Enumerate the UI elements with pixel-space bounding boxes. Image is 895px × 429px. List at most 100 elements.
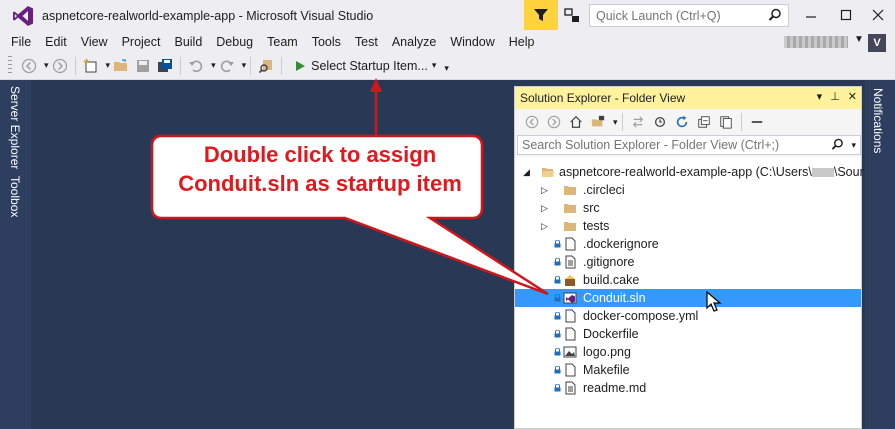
solution-explorer-header[interactable]: Solution Explorer - Folder View ▾ ⊥ ✕	[515, 87, 861, 109]
collapse-all-icon[interactable]	[695, 113, 713, 131]
menu-file[interactable]: File	[4, 32, 38, 52]
menu-debug[interactable]: Debug	[209, 32, 260, 52]
search-icon[interactable]	[831, 138, 844, 151]
collapsed-icon[interactable]: ▷	[541, 185, 548, 196]
menu-edit[interactable]: Edit	[38, 32, 74, 52]
tree-item-label: .dockerignore	[583, 237, 659, 251]
window-position-icon[interactable]: ▾	[817, 90, 823, 103]
pin-icon[interactable]: ⊥	[830, 90, 840, 103]
forward-icon[interactable]	[51, 57, 69, 75]
sync-icon[interactable]	[629, 113, 647, 131]
home-icon[interactable]	[567, 113, 585, 131]
chevron-down-icon[interactable]: ▾	[613, 117, 618, 128]
tree-item-label: docker-compose.yml	[583, 309, 699, 323]
tree-row[interactable]: ▷ tests	[515, 217, 861, 235]
tree-item-label: Conduit.sln	[583, 291, 646, 305]
refresh-icon[interactable]	[673, 113, 691, 131]
collapsed-icon[interactable]: ▷	[541, 221, 548, 232]
chevron-down-icon[interactable]: ▼	[854, 34, 864, 45]
search-icon[interactable]	[768, 8, 782, 22]
filter-icon[interactable]	[524, 0, 558, 30]
save-all-icon[interactable]	[156, 57, 174, 75]
pending-changes-icon[interactable]	[651, 113, 669, 131]
redo-icon[interactable]	[218, 57, 236, 75]
toolbox-tab[interactable]: Toolbox	[8, 176, 22, 217]
chevron-down-icon[interactable]: ▾	[44, 60, 49, 71]
file-icon	[565, 309, 576, 323]
tree-row[interactable]: logo.png	[515, 343, 861, 361]
quick-launch-box[interactable]	[589, 4, 789, 27]
menu-team[interactable]: Team	[260, 32, 305, 52]
open-folder-icon[interactable]	[112, 57, 130, 75]
menu-build[interactable]: Build	[167, 32, 209, 52]
switch-views-icon[interactable]	[589, 113, 607, 131]
toolbar-options-icon[interactable]: ▾	[444, 63, 449, 74]
forward-icon[interactable]	[545, 113, 563, 131]
properties-icon[interactable]	[748, 113, 766, 131]
lock-icon	[554, 294, 561, 302]
tree-row[interactable]: Conduit.sln	[515, 289, 861, 307]
tree-row[interactable]: ▷ .circleci	[515, 181, 861, 199]
window-title: aspnetcore-realworld-example-app - Micro…	[42, 9, 374, 23]
chevron-down-icon[interactable]: ▾	[211, 60, 216, 71]
solution-explorer-panel: Solution Explorer - Folder View ▾ ⊥ ✕ ▾ …	[514, 86, 864, 429]
tree-row-root[interactable]: ◢ aspnetcore-realworld-example-app (C:\U…	[515, 163, 864, 181]
tree-row[interactable]: .dockerignore	[515, 235, 861, 253]
toolbar-separator	[180, 56, 182, 75]
new-project-icon[interactable]	[82, 57, 100, 75]
solution-explorer-toolbar: ▾	[515, 109, 861, 135]
menu-analyze[interactable]: Analyze	[385, 32, 443, 52]
maximize-button[interactable]	[828, 0, 863, 30]
tree-row[interactable]: .gitignore	[515, 253, 861, 271]
notifications-tab[interactable]: Notifications	[871, 88, 885, 153]
back-icon[interactable]	[20, 57, 38, 75]
chevron-down-icon[interactable]: ▾	[851, 140, 856, 151]
menu-window[interactable]: Window	[443, 32, 501, 52]
file-icon	[565, 255, 576, 269]
tree-item-label: build.cake	[583, 273, 640, 287]
chevron-down-icon[interactable]: ▾	[106, 60, 111, 71]
callout-text: Double click to assign Conduit.sln as st…	[160, 140, 480, 198]
expanded-icon[interactable]: ◢	[523, 167, 530, 178]
solution-explorer-search[interactable]: ▾	[517, 135, 861, 155]
minimize-button[interactable]	[793, 0, 828, 30]
tree-item-label: Makefile	[583, 363, 630, 377]
menu-tools[interactable]: Tools	[305, 32, 348, 52]
chevron-down-icon[interactable]: ▾	[432, 60, 437, 71]
tree-row[interactable]: readme.md	[515, 379, 861, 397]
solution-explorer-title: Solution Explorer - Folder View	[520, 91, 686, 105]
tree-item-label: tests	[583, 219, 610, 233]
chevron-down-icon[interactable]: ▾	[242, 60, 247, 71]
quick-launch-input[interactable]	[590, 8, 760, 23]
solution-explorer-search-input[interactable]	[518, 138, 818, 152]
tree-row[interactable]: build.cake	[515, 271, 861, 289]
lock-icon	[554, 258, 561, 266]
file-icon	[565, 327, 576, 341]
toolbar-grip[interactable]	[8, 55, 12, 76]
account-avatar[interactable]: V	[868, 34, 886, 52]
feedback-icon[interactable]	[563, 7, 581, 25]
visual-studio-logo-icon	[13, 6, 33, 26]
close-button[interactable]	[860, 0, 895, 30]
tree-row[interactable]: Dockerfile	[515, 325, 861, 343]
save-icon[interactable]	[134, 57, 152, 75]
tree-row[interactable]: ▷ src	[515, 199, 861, 217]
server-explorer-tab[interactable]: Server Explorer	[8, 86, 22, 169]
back-icon[interactable]	[523, 113, 541, 131]
select-startup-item-button[interactable]: Select Startup Item... ▾	[290, 55, 440, 77]
menu-project[interactable]: Project	[115, 32, 168, 52]
mouse-cursor-icon	[706, 291, 722, 312]
undo-icon[interactable]	[187, 57, 205, 75]
tree-row[interactable]: docker-compose.yml	[515, 307, 861, 325]
account-name-blurred[interactable]	[784, 36, 848, 48]
show-all-files-icon[interactable]	[717, 113, 735, 131]
close-icon[interactable]: ✕	[848, 90, 857, 103]
toolbar-separator	[250, 56, 252, 75]
menu-view[interactable]: View	[74, 32, 115, 52]
collapsed-icon[interactable]: ▷	[541, 203, 548, 214]
tree-row[interactable]: Makefile	[515, 361, 861, 379]
tree-item-label: readme.md	[583, 381, 647, 395]
find-in-files-icon[interactable]	[257, 57, 275, 75]
menu-help[interactable]: Help	[502, 32, 542, 52]
menu-test[interactable]: Test	[348, 32, 385, 52]
